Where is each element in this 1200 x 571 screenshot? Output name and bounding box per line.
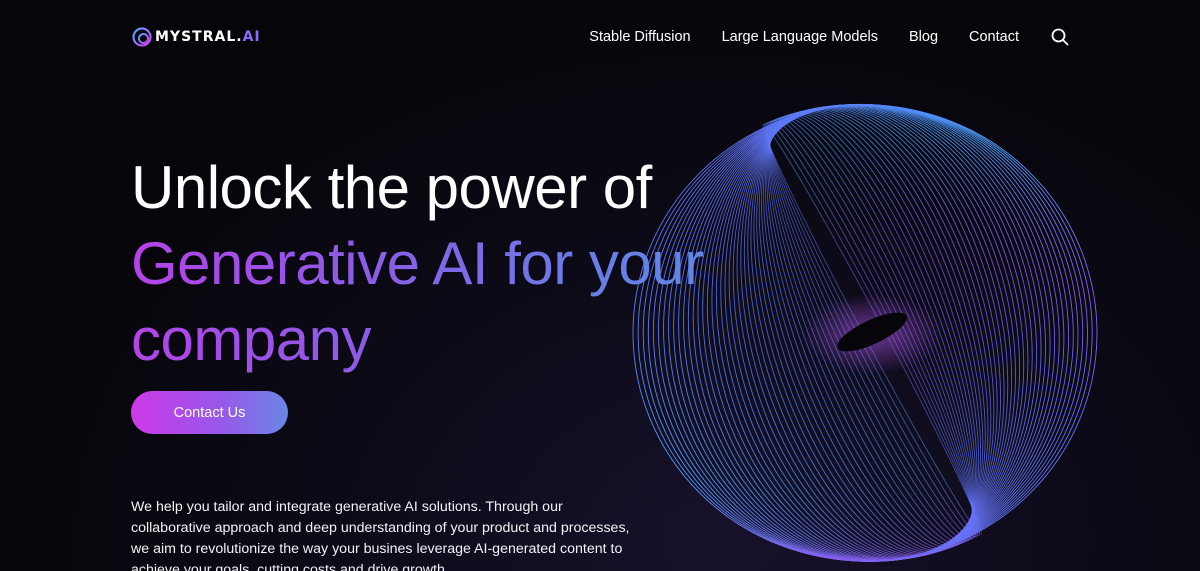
headline-line-2: Generative AI for your [131, 226, 771, 302]
main-nav: Stable Diffusion Large Language Models B… [589, 26, 1069, 48]
contact-us-button[interactable]: Contact Us [131, 391, 288, 434]
site-header: MYSTRAL.AI Stable Diffusion Large Langua… [0, 0, 1200, 74]
nav-blog[interactable]: Blog [909, 29, 938, 45]
search-icon[interactable] [1051, 28, 1069, 46]
logo[interactable]: MYSTRAL.AI [131, 24, 261, 50]
headline-line-1: Unlock the power of [131, 154, 652, 221]
logo-text: MYSTRAL.AI [155, 29, 261, 45]
nav-stable-diffusion[interactable]: Stable Diffusion [589, 29, 690, 45]
hero-headline: Unlock the power of Generative AI for yo… [131, 150, 771, 378]
nav-large-language-models[interactable]: Large Language Models [722, 29, 878, 45]
nav-contact[interactable]: Contact [969, 29, 1019, 45]
logo-mark-icon [132, 27, 152, 47]
headline-line-3: company [131, 302, 771, 378]
hero-description: We help you tailor and integrate generat… [131, 499, 630, 571]
